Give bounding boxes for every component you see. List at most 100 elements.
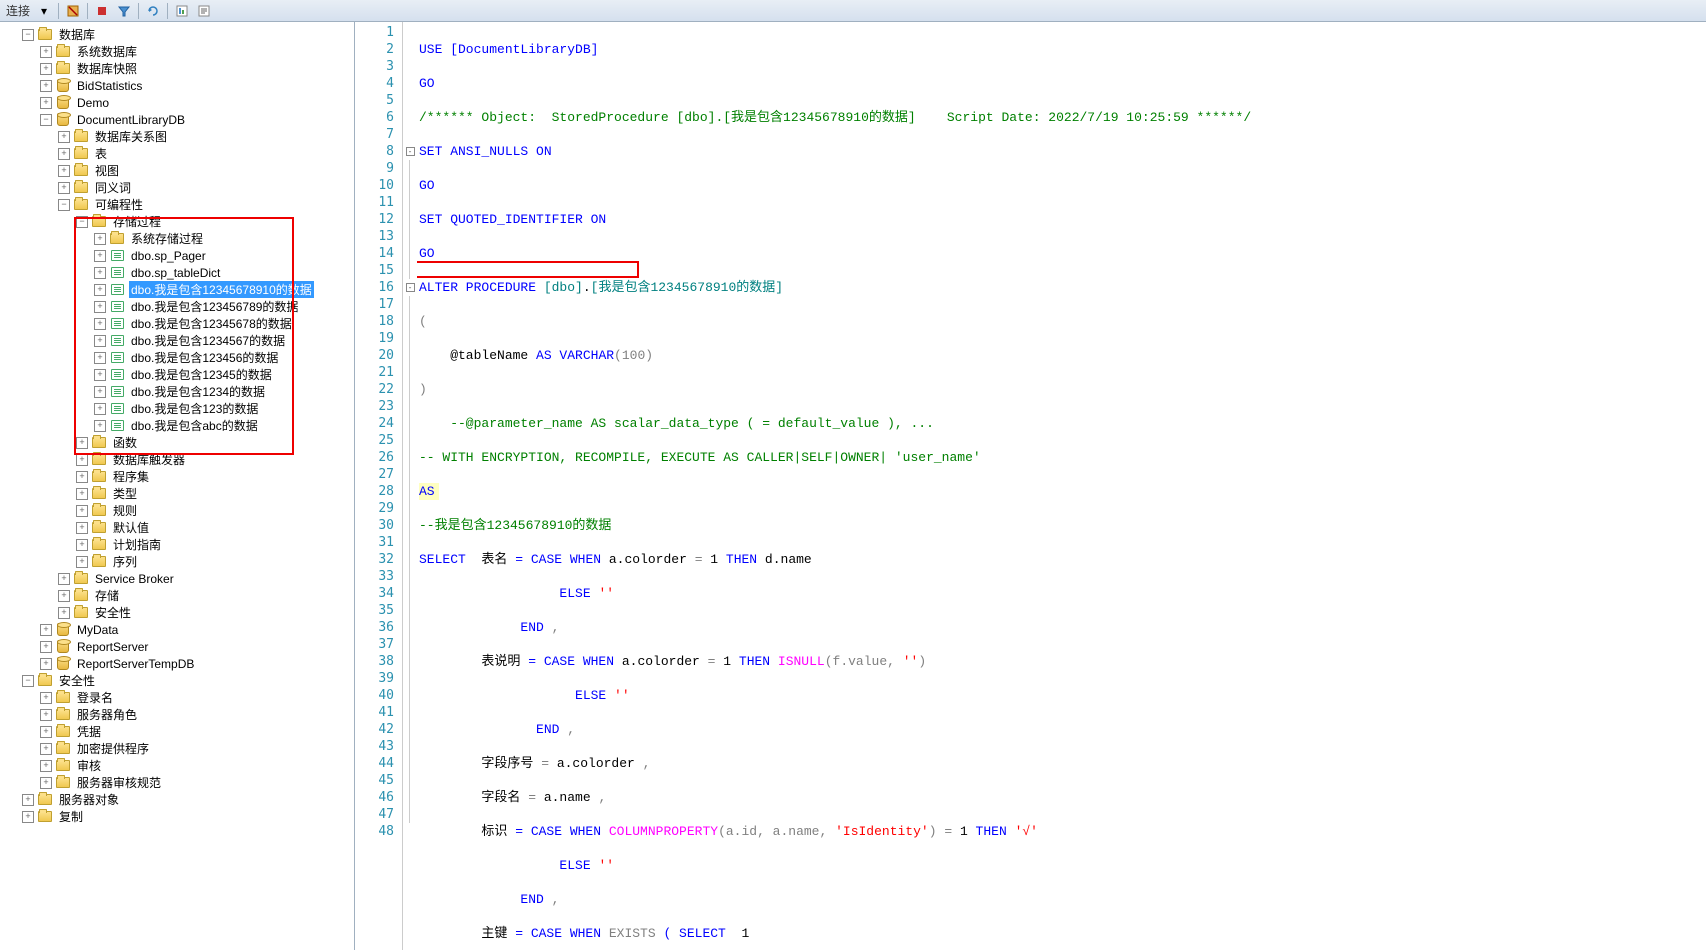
- report-icon[interactable]: [174, 3, 190, 19]
- tree-item[interactable]: +加密提供程序: [0, 740, 354, 757]
- expand-icon[interactable]: +: [40, 46, 52, 58]
- tree-sp-item[interactable]: +dbo.我是包含123456789的数据: [0, 298, 354, 315]
- tree-sp-item[interactable]: +dbo.我是包含1234的数据: [0, 383, 354, 400]
- expand-icon[interactable]: +: [40, 760, 52, 772]
- expand-icon[interactable]: +: [40, 726, 52, 738]
- expand-icon[interactable]: +: [94, 301, 106, 313]
- stop-icon[interactable]: [94, 3, 110, 19]
- filter-icon[interactable]: [116, 3, 132, 19]
- collapse-icon[interactable]: −: [76, 216, 88, 228]
- tree-item[interactable]: +程序集: [0, 468, 354, 485]
- collapse-icon[interactable]: −: [40, 114, 52, 126]
- expand-icon[interactable]: +: [76, 488, 88, 500]
- tree-item[interactable]: +同义词: [0, 179, 354, 196]
- tree-item[interactable]: +视图: [0, 162, 354, 179]
- tree-db[interactable]: +BidStatistics: [0, 77, 354, 94]
- expand-icon[interactable]: +: [94, 352, 106, 364]
- tree-sp-item[interactable]: +dbo.我是包含12345的数据: [0, 366, 354, 383]
- tree-sp-item[interactable]: +dbo.我是包含abc的数据: [0, 417, 354, 434]
- expand-icon[interactable]: +: [58, 607, 70, 619]
- tree-databases[interactable]: −数据库: [0, 26, 354, 43]
- collapse-icon[interactable]: −: [22, 29, 34, 41]
- expand-icon[interactable]: +: [76, 437, 88, 449]
- expand-icon[interactable]: +: [58, 590, 70, 602]
- expand-icon[interactable]: +: [40, 80, 52, 92]
- tree-item[interactable]: +服务器对象: [0, 791, 354, 808]
- tree-item[interactable]: +数据库关系图: [0, 128, 354, 145]
- tree-item[interactable]: +复制: [0, 808, 354, 825]
- expand-icon[interactable]: +: [58, 148, 70, 160]
- tree-item[interactable]: +登录名: [0, 689, 354, 706]
- tree-sp-folder[interactable]: −存储过程: [0, 213, 354, 230]
- expand-icon[interactable]: +: [58, 165, 70, 177]
- tree-item[interactable]: +类型: [0, 485, 354, 502]
- expand-icon[interactable]: +: [40, 641, 52, 653]
- tree-db[interactable]: +MyData: [0, 621, 354, 638]
- tree-item[interactable]: +计划指南: [0, 536, 354, 553]
- expand-icon[interactable]: +: [94, 233, 106, 245]
- expand-icon[interactable]: +: [40, 743, 52, 755]
- tree-item[interactable]: +规则: [0, 502, 354, 519]
- tree-sp-item[interactable]: +dbo.sp_tableDict: [0, 264, 354, 281]
- refresh-icon[interactable]: [145, 3, 161, 19]
- tree-sp-item[interactable]: +dbo.我是包含123的数据: [0, 400, 354, 417]
- object-explorer[interactable]: −数据库 +系统数据库 +数据库快照 +BidStatistics +Demo …: [0, 22, 355, 950]
- expand-icon[interactable]: +: [58, 182, 70, 194]
- tree-db-doclib[interactable]: −DocumentLibraryDB: [0, 111, 354, 128]
- tree-sp-item[interactable]: +dbo.sp_Pager: [0, 247, 354, 264]
- disconnect-icon[interactable]: [65, 3, 81, 19]
- expand-icon[interactable]: +: [40, 97, 52, 109]
- code-area[interactable]: USE [DocumentLibraryDB] GO /****** Objec…: [417, 22, 1706, 950]
- tree-security[interactable]: −安全性: [0, 672, 354, 689]
- collapse-icon[interactable]: −: [22, 675, 34, 687]
- expand-icon[interactable]: +: [94, 267, 106, 279]
- expand-icon[interactable]: +: [40, 692, 52, 704]
- expand-icon[interactable]: +: [94, 386, 106, 398]
- dropdown-icon[interactable]: ▾: [36, 3, 52, 19]
- expand-icon[interactable]: +: [58, 131, 70, 143]
- tree-item[interactable]: +表: [0, 145, 354, 162]
- expand-icon[interactable]: +: [40, 658, 52, 670]
- tree-db[interactable]: +Demo: [0, 94, 354, 111]
- connect-label[interactable]: 连接: [6, 2, 30, 19]
- expand-icon[interactable]: +: [40, 624, 52, 636]
- collapse-icon[interactable]: −: [58, 199, 70, 211]
- expand-icon[interactable]: +: [40, 63, 52, 75]
- tree-item[interactable]: +服务器角色: [0, 706, 354, 723]
- expand-icon[interactable]: +: [40, 709, 52, 721]
- tree-item[interactable]: +序列: [0, 553, 354, 570]
- tree-sp-item[interactable]: +dbo.我是包含1234567的数据: [0, 332, 354, 349]
- code-editor[interactable]: 1234567891011121314151617181920212223242…: [355, 22, 1706, 950]
- tree-item[interactable]: +默认值: [0, 519, 354, 536]
- expand-icon[interactable]: +: [76, 522, 88, 534]
- tree-db[interactable]: +ReportServer: [0, 638, 354, 655]
- tree-item[interactable]: +安全性: [0, 604, 354, 621]
- tree-item[interactable]: +服务器审核规范: [0, 774, 354, 791]
- tree-item[interactable]: +数据库触发器: [0, 451, 354, 468]
- expand-icon[interactable]: +: [76, 471, 88, 483]
- script-icon[interactable]: [196, 3, 212, 19]
- expand-icon[interactable]: +: [94, 403, 106, 415]
- expand-icon[interactable]: +: [94, 284, 106, 296]
- tree-db[interactable]: +ReportServerTempDB: [0, 655, 354, 672]
- expand-icon[interactable]: +: [94, 335, 106, 347]
- tree-item[interactable]: +函数: [0, 434, 354, 451]
- expand-icon[interactable]: +: [76, 556, 88, 568]
- tree-sys-sp[interactable]: +系统存储过程: [0, 230, 354, 247]
- expand-icon[interactable]: +: [94, 318, 106, 330]
- expand-icon[interactable]: +: [76, 505, 88, 517]
- expand-icon[interactable]: +: [94, 420, 106, 432]
- expand-icon[interactable]: +: [22, 794, 34, 806]
- tree-snapshot[interactable]: +数据库快照: [0, 60, 354, 77]
- expand-icon[interactable]: +: [76, 454, 88, 466]
- expand-icon[interactable]: +: [58, 573, 70, 585]
- tree-item[interactable]: +存储: [0, 587, 354, 604]
- expand-icon[interactable]: +: [94, 369, 106, 381]
- expand-icon[interactable]: +: [76, 539, 88, 551]
- tree-item[interactable]: +凭据: [0, 723, 354, 740]
- tree-programmability[interactable]: −可编程性: [0, 196, 354, 213]
- expand-icon[interactable]: +: [40, 777, 52, 789]
- tree-item[interactable]: +审核: [0, 757, 354, 774]
- tree-sp-item-selected[interactable]: +dbo.我是包含12345678910的数据: [0, 281, 354, 298]
- tree-sysdb[interactable]: +系统数据库: [0, 43, 354, 60]
